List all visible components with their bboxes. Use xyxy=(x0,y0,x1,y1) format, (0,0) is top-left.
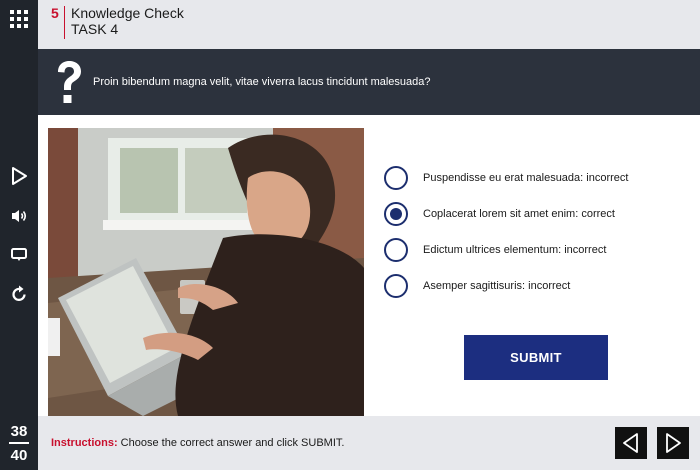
left-rail: 38 40 xyxy=(0,0,38,470)
instructions-text: Choose the correct answer and click SUBM… xyxy=(117,437,345,449)
question-mark-icon xyxy=(58,61,81,103)
page-title: Knowledge Check xyxy=(71,5,184,21)
option-label-4: Asemper sagittisuris: incorrect xyxy=(423,280,571,292)
next-arrow-icon xyxy=(666,433,681,453)
prev-button[interactable] xyxy=(615,427,647,459)
submit-button[interactable]: SUBMIT xyxy=(464,335,608,380)
next-button[interactable] xyxy=(657,427,689,459)
radio-button-2[interactable] xyxy=(384,202,408,226)
option-label-3: Edictum ultrices elementum: incorrect xyxy=(423,244,607,256)
volume-icon[interactable] xyxy=(9,206,29,226)
replay-icon[interactable] xyxy=(9,284,29,304)
option-label-2: Coplacerat lorem sit amet enim: correct xyxy=(423,208,615,220)
question-band: Proin bibendum magna velit, vitae viverr… xyxy=(38,49,700,115)
slide-counter: 38 40 xyxy=(0,423,38,464)
illustration-photo xyxy=(48,128,364,416)
header-divider xyxy=(64,6,65,39)
counter-divider xyxy=(9,442,29,444)
current-slide-number: 38 xyxy=(10,423,28,440)
option-1[interactable]: Puspendisse eu erat malesuada: incorrect xyxy=(384,160,684,196)
page-subtitle: TASK 4 xyxy=(71,21,119,37)
play-icon[interactable] xyxy=(9,166,29,186)
prev-arrow-icon xyxy=(623,433,638,453)
radio-button-1[interactable] xyxy=(384,166,408,190)
slide-header: 5 Knowledge Check TASK 4 xyxy=(38,0,700,49)
option-3[interactable]: Edictum ultrices elementum: incorrect xyxy=(384,232,684,268)
radio-button-4[interactable] xyxy=(384,274,408,298)
option-2[interactable]: Coplacerat lorem sit amet enim: correct xyxy=(384,196,684,232)
total-slides-number: 40 xyxy=(10,447,28,464)
instructions-label: Instructions: xyxy=(51,437,118,449)
option-label-1: Puspendisse eu erat malesuada: incorrect xyxy=(423,172,629,184)
footer-bar: Instructions: Choose the correct answer … xyxy=(38,416,700,470)
instructions: Instructions: Choose the correct answer … xyxy=(51,437,344,449)
option-4[interactable]: Asemper sagittisuris: incorrect xyxy=(384,268,684,304)
question-text: Proin bibendum magna velit, vitae viverr… xyxy=(93,76,431,88)
captions-icon[interactable] xyxy=(9,245,29,265)
grid-menu-icon[interactable] xyxy=(10,10,28,28)
slide-number: 5 xyxy=(51,5,59,21)
radio-button-3[interactable] xyxy=(384,238,408,262)
answer-options: Puspendisse eu erat malesuada: incorrect… xyxy=(384,160,684,304)
